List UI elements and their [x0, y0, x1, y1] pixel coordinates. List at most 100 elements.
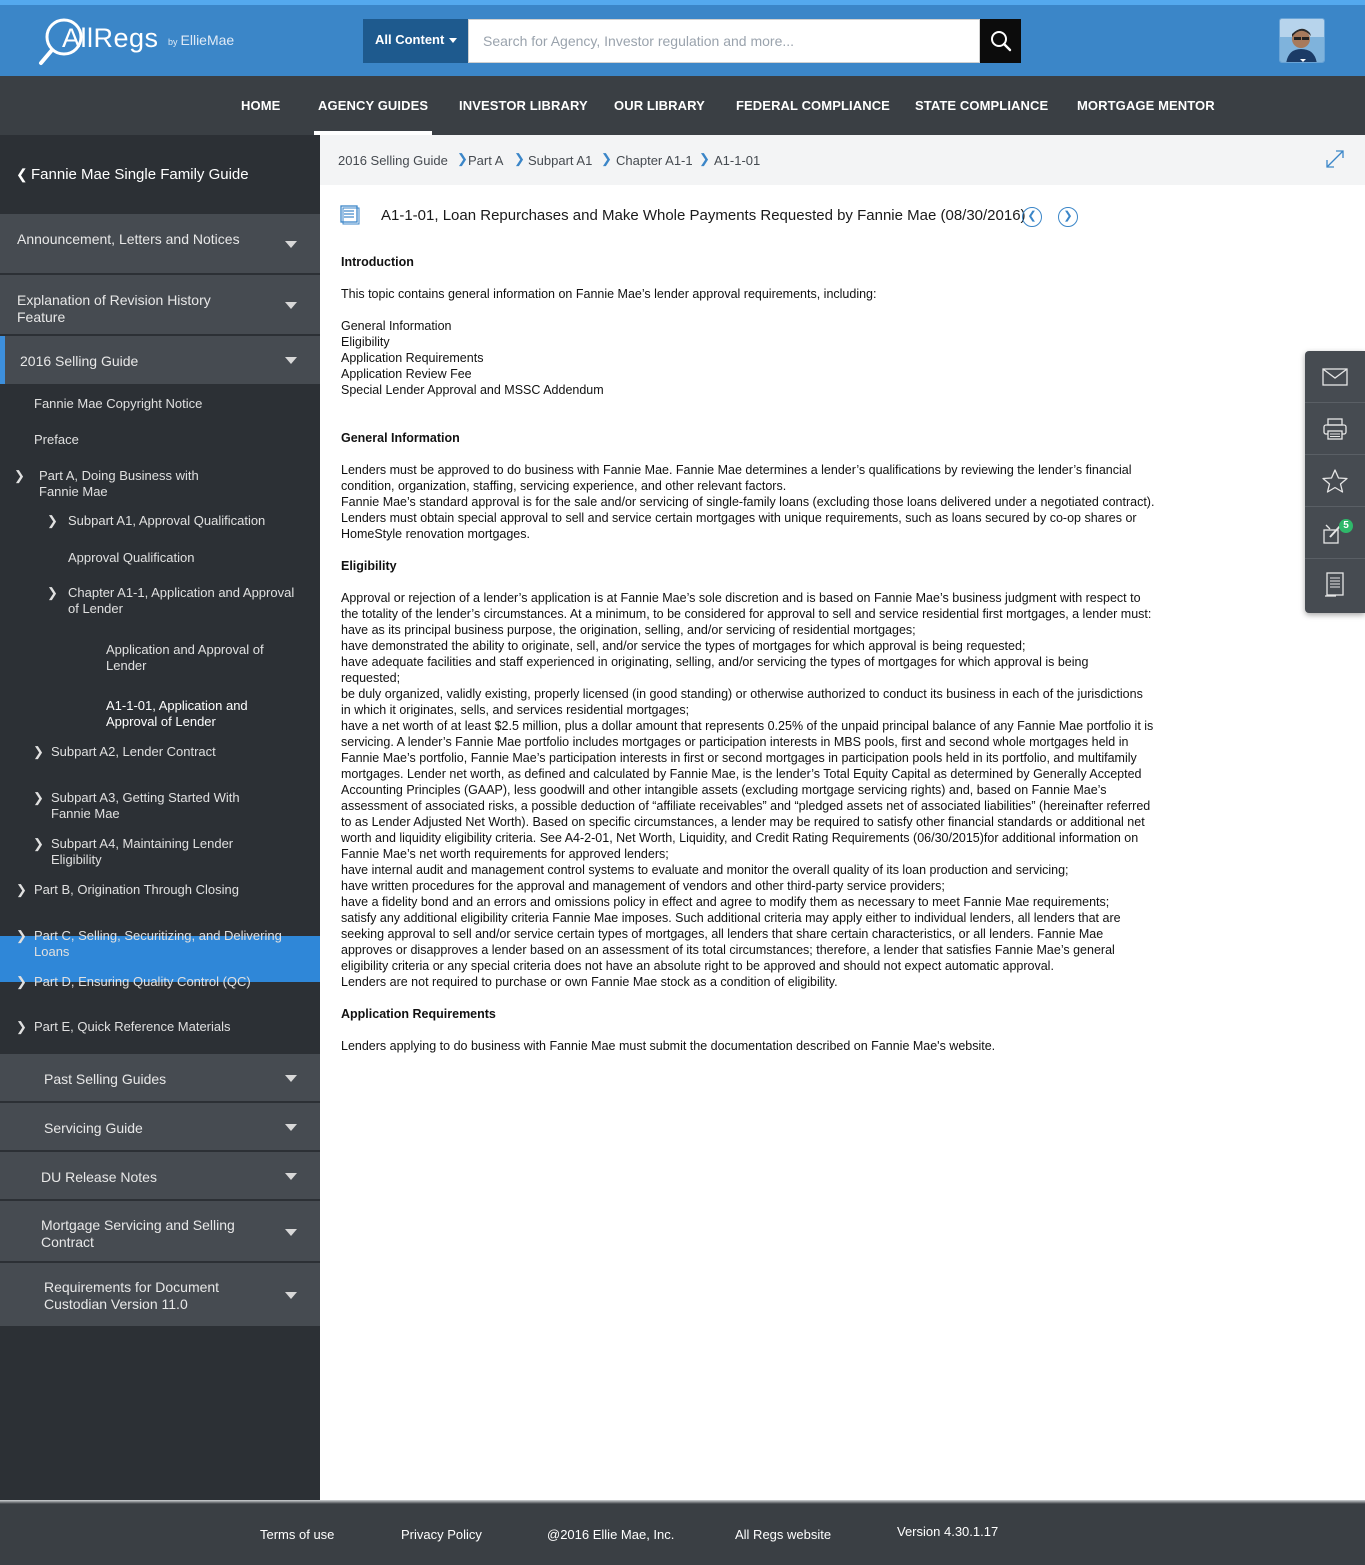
annotations-button[interactable]: 5 — [1305, 507, 1365, 559]
search-scope-dropdown[interactable]: All Content — [363, 19, 468, 63]
breadcrumb-item[interactable]: 2016 Selling Guide — [338, 153, 448, 168]
accordion-past-selling-guides[interactable]: Past Selling Guides — [0, 1052, 320, 1102]
tree-item-copyright[interactable]: Fannie Mae Copyright Notice — [34, 396, 202, 412]
tree-item-part-b[interactable]: Part B, Origination Through Closing — [34, 882, 239, 898]
user-avatar[interactable] — [1279, 18, 1325, 63]
logo-by-elliemae: by EllieMae — [168, 32, 234, 48]
accordion-label: Mortgage Servicing and Selling Contract — [41, 1217, 235, 1250]
guide-sidebar: ❮ Fannie Mae Single Family Guide Announc… — [0, 135, 320, 1500]
text-line: Fannie Mae’s portfolio, Fannie Mae’s par… — [341, 751, 1137, 765]
privacy-policy-link[interactable]: Privacy Policy — [401, 1527, 482, 1542]
breadcrumb-item[interactable]: Subpart A1 — [528, 153, 592, 168]
accordion-announcements[interactable]: Announcement, Letters and Notices — [0, 212, 320, 273]
accordion-label: Announcement, Letters and Notices — [17, 231, 240, 247]
triangle-down-icon — [285, 1124, 297, 1131]
text-line: eligibility criteria or any special crit… — [341, 959, 1054, 973]
breadcrumb: 2016 Selling Guide ❯ Part A ❯ Subpart A1… — [320, 135, 1365, 185]
chevron-right-icon[interactable]: ❯ — [16, 974, 27, 990]
expand-icon[interactable] — [1324, 148, 1346, 170]
tree-item-chapter-a1-1[interactable]: Chapter A1-1, Application and Approval o… — [68, 585, 308, 617]
breadcrumb-item[interactable]: Part A — [468, 153, 503, 168]
nav-state-compliance[interactable]: STATE COMPLIANCE — [915, 76, 1048, 135]
tree-item-application-approval[interactable]: Application and Approval of Lender — [106, 642, 276, 674]
text-line: have adequate facilities and staff exper… — [341, 655, 1089, 669]
previous-topic-button[interactable]: ❮ — [1022, 207, 1042, 227]
favorite-button[interactable] — [1305, 455, 1365, 507]
accordion-servicing-guide[interactable]: Servicing Guide — [0, 1101, 320, 1151]
version-text: Version 4.30.1.17 — [897, 1524, 999, 1539]
tree-item-approval-qualification[interactable]: Approval Qualification — [68, 550, 194, 566]
text-line: have demonstrated the ability to origina… — [341, 639, 1026, 653]
sidebar-back-link[interactable]: ❮ Fannie Mae Single Family Guide — [0, 135, 320, 213]
tree-item-subpart-a2[interactable]: Subpart A2, Lender Contract — [51, 744, 216, 760]
chevron-down-icon[interactable]: ❯ — [47, 585, 58, 601]
text-line: assessment of associated risks, a possib… — [341, 799, 1151, 813]
text-line: have internal audit and management contr… — [341, 863, 1069, 877]
chevron-down-icon[interactable]: ❯ — [14, 468, 25, 484]
tree-item-part-d[interactable]: Part D, Ensuring Quality Control (QC) — [34, 974, 251, 990]
search-input[interactable] — [468, 19, 980, 63]
accordion-document-custodian[interactable]: Requirements for Document Custodian Vers… — [0, 1261, 320, 1326]
tree-item-subpart-a1[interactable]: Subpart A1, Approval Qualification — [68, 513, 265, 529]
envelope-icon — [1322, 367, 1348, 386]
chevron-right-icon: ❯ — [514, 151, 525, 166]
chevron-right-icon[interactable]: ❯ — [16, 882, 27, 898]
email-button[interactable] — [1305, 351, 1365, 403]
document-content: 2016 Selling Guide ❯ Part A ❯ Subpart A1… — [320, 135, 1365, 1500]
chevron-right-icon: ❯ — [457, 151, 468, 166]
tree-item-a1-1-01[interactable]: A1-1-01, Application and Approval of Len… — [106, 698, 276, 730]
accordion-mortgage-servicing-contract[interactable]: Mortgage Servicing and Selling Contract — [0, 1199, 320, 1262]
tree-item-subpart-a4[interactable]: Subpart A4, Maintaining Lender Eligibili… — [51, 836, 271, 868]
nav-federal-compliance[interactable]: FEDERAL COMPLIANCE — [736, 76, 890, 135]
text-line: Lenders must obtain special approval to … — [341, 511, 1137, 525]
chevron-right-icon[interactable]: ❯ — [16, 1019, 27, 1035]
chevron-right-icon[interactable]: ❯ — [33, 790, 44, 806]
document-body: Introduction This topic contains general… — [341, 254, 1181, 1054]
document-lines-icon — [1325, 572, 1344, 597]
search-button[interactable] — [980, 19, 1021, 63]
accordion-revision-history[interactable]: Explanation of Revision History Feature — [0, 273, 320, 334]
breadcrumb-item-current[interactable]: A1-1-01 — [714, 153, 760, 168]
search-scope-label: All Content — [375, 32, 445, 47]
logo-by-brand: EllieMae — [180, 32, 235, 48]
tree-item-preface[interactable]: Preface — [34, 432, 79, 448]
section-heading: Eligibility — [341, 559, 397, 573]
accordion-2016-selling-guide[interactable]: 2016 Selling Guide — [0, 334, 320, 384]
allregs-website-link[interactable]: All Regs website — [735, 1527, 831, 1542]
tree-item-subpart-a3[interactable]: Subpart A3, Getting Started With Fannie … — [51, 790, 271, 822]
paragraph: This topic contains general information … — [341, 287, 877, 301]
chevron-right-icon[interactable]: ❯ — [33, 744, 44, 760]
triangle-down-icon — [285, 1292, 297, 1299]
next-topic-button[interactable]: ❯ — [1058, 207, 1078, 227]
star-icon — [1322, 468, 1348, 493]
nav-mortgage-mentor[interactable]: MORTGAGE MENTOR — [1077, 76, 1215, 135]
allregs-logo[interactable]: AllRegs by EllieMae — [38, 17, 258, 69]
nav-home[interactable]: HOME — [241, 76, 280, 135]
chevron-right-icon[interactable]: ❯ — [33, 836, 44, 852]
nav-agency-guides[interactable]: AGENCY GUIDES — [313, 76, 433, 135]
text-line: Lenders must be approved to do business … — [341, 463, 1132, 477]
breadcrumb-item[interactable]: Chapter A1-1 — [616, 153, 693, 168]
terms-of-use-link[interactable]: Terms of use — [260, 1527, 334, 1542]
nav-investor-library[interactable]: INVESTOR LIBRARY — [459, 76, 588, 135]
chevron-left-icon: ❮ — [1027, 210, 1037, 222]
print-button[interactable] — [1305, 403, 1365, 455]
copyright-text: @2016 Ellie Mae, Inc. — [547, 1527, 675, 1542]
document-notes-button[interactable] — [1305, 559, 1365, 611]
user-photo-icon — [1280, 19, 1324, 62]
tree-item-part-a[interactable]: Part A, Doing Business with Fannie Mae — [39, 468, 229, 500]
tree-item-part-e[interactable]: Part E, Quick Reference Materials — [34, 1019, 231, 1035]
text-line: Fannie Mae’s net worth requirements for … — [341, 847, 669, 861]
section-heading: Application Requirements — [341, 1007, 496, 1021]
active-indicator — [0, 336, 5, 384]
site-footer: Terms of use Privacy Policy @2016 Ellie … — [0, 1500, 1365, 1565]
logo-by-prefix: by — [168, 37, 178, 47]
nav-our-library[interactable]: OUR LIBRARY — [614, 76, 705, 135]
list-item: Special Lender Approval and MSSC Addendu… — [341, 383, 604, 397]
tree-item-part-c[interactable]: Part C, Selling, Securitizing, and Deliv… — [34, 928, 304, 960]
document-title: A1-1-01, Loan Repurchases and Make Whole… — [381, 207, 1026, 224]
chevron-down-icon[interactable]: ❯ — [47, 513, 58, 529]
list-item: Application Review Fee — [341, 367, 472, 381]
chevron-right-icon[interactable]: ❯ — [16, 928, 27, 944]
accordion-du-release-notes[interactable]: DU Release Notes — [0, 1150, 320, 1200]
